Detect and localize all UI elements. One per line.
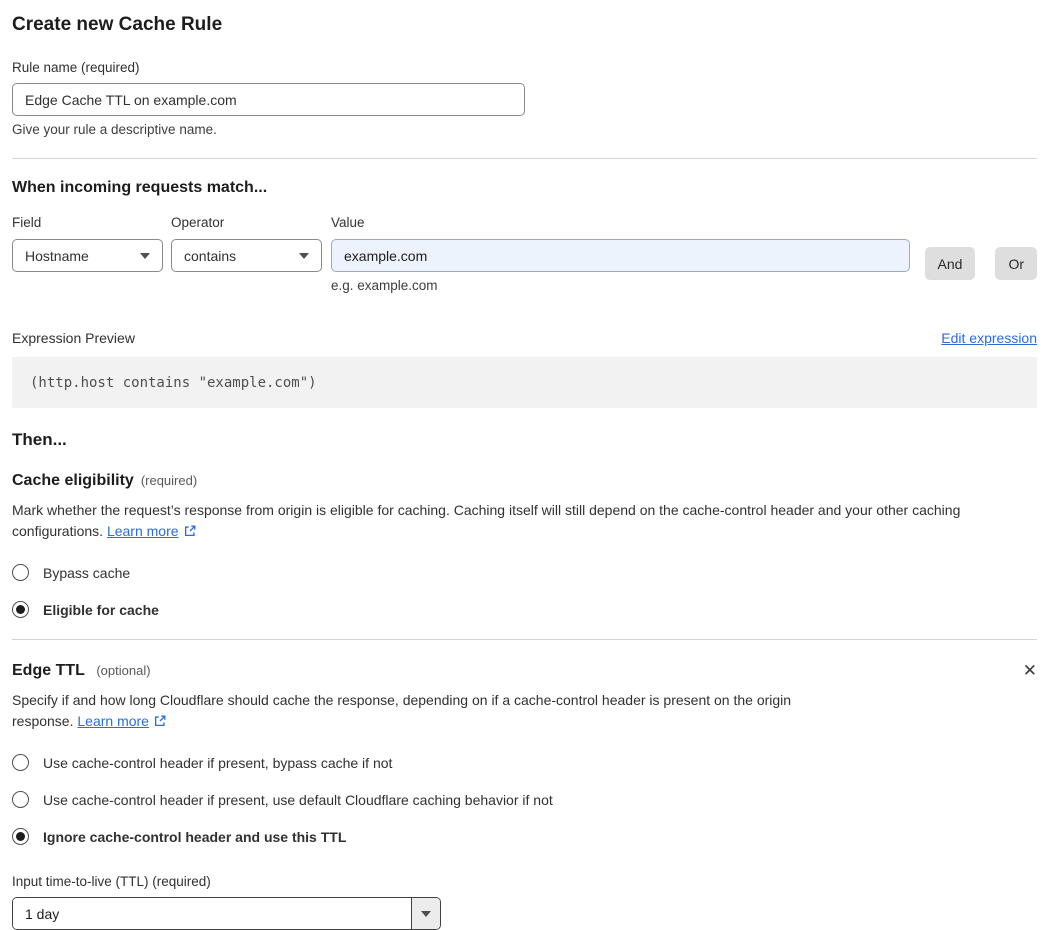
ttl-combo bbox=[12, 897, 441, 930]
radio-use-header-default[interactable]: Use cache-control header if present, use… bbox=[12, 791, 1037, 808]
radio-checked-icon bbox=[12, 601, 29, 618]
cache-eligibility-heading: Cache eligibility bbox=[12, 472, 134, 489]
radio-eligible-for-cache[interactable]: Eligible for cache bbox=[12, 601, 1037, 618]
expression-code: (http.host contains "example.com") bbox=[30, 374, 317, 391]
chevron-down-icon bbox=[299, 252, 309, 259]
cache-eligibility-qualifier: (required) bbox=[140, 473, 198, 488]
rule-name-input[interactable] bbox=[12, 83, 525, 116]
radio-use-header-bypass-label: Use cache-control header if present, byp… bbox=[43, 754, 393, 771]
chevron-down-icon bbox=[140, 252, 150, 259]
rule-name-label: Rule name (required) bbox=[12, 60, 140, 75]
edge-ttl-qualifier: (optional) bbox=[96, 663, 151, 678]
external-link-icon bbox=[153, 713, 167, 734]
divider bbox=[12, 639, 1037, 640]
radio-checked-icon bbox=[12, 828, 29, 845]
edge-ttl-heading: Edge TTL bbox=[12, 662, 85, 679]
radio-eligible-for-cache-label: Eligible for cache bbox=[43, 601, 159, 618]
expression-preview-row: Expression Preview Edit expression bbox=[12, 330, 1037, 346]
expression-preview-label: Expression Preview bbox=[12, 330, 135, 346]
chevron-down-icon bbox=[421, 910, 431, 917]
or-button[interactable]: Or bbox=[995, 247, 1037, 280]
close-icon[interactable]: ✕ bbox=[1023, 663, 1037, 680]
radio-unchecked-icon bbox=[12, 564, 29, 581]
create-cache-rule-form: Create new Cache Rule Rule name (require… bbox=[0, 0, 1058, 930]
radio-bypass-cache-label: Bypass cache bbox=[43, 564, 131, 581]
radio-unchecked-icon bbox=[12, 791, 29, 808]
cache-eligibility-heading-row: Cache eligibility (required) bbox=[12, 471, 1037, 490]
operator-group: Operator contains bbox=[171, 215, 322, 272]
match-row: Field Hostname Operator contains Value e… bbox=[12, 215, 1037, 293]
rule-name-group: Rule name (required) Give your rule a de… bbox=[12, 60, 1037, 137]
conjunction-buttons: And Or bbox=[924, 247, 1037, 280]
radio-use-header-default-label: Use cache-control header if present, use… bbox=[43, 791, 553, 808]
operator-select-value: contains bbox=[184, 247, 237, 264]
cache-eligibility-learn-more-link[interactable]: Learn more bbox=[107, 523, 179, 539]
edit-expression-link[interactable]: Edit expression bbox=[941, 330, 1037, 346]
operator-select[interactable]: contains bbox=[171, 239, 322, 272]
and-button[interactable]: And bbox=[924, 247, 976, 280]
radio-bypass-cache[interactable]: Bypass cache bbox=[12, 564, 1037, 581]
divider bbox=[12, 158, 1037, 159]
radio-use-header-bypass[interactable]: Use cache-control header if present, byp… bbox=[12, 754, 1037, 771]
value-helper: e.g. example.com bbox=[331, 278, 438, 293]
cache-eligibility-description: Mark whether the request’s response from… bbox=[12, 500, 1037, 544]
value-label: Value bbox=[331, 215, 365, 230]
external-link-icon bbox=[183, 523, 197, 544]
expression-code-block: (http.host contains "example.com") bbox=[12, 357, 1037, 408]
match-section-heading: When incoming requests match... bbox=[12, 179, 268, 196]
radio-ignore-header-ttl[interactable]: Ignore cache-control header and use this… bbox=[12, 828, 1037, 845]
field-select-value: Hostname bbox=[25, 247, 89, 264]
field-group: Field Hostname bbox=[12, 215, 163, 272]
edge-ttl-learn-more-link[interactable]: Learn more bbox=[77, 713, 149, 729]
ttl-dropdown-button[interactable] bbox=[411, 898, 440, 929]
edge-ttl-heading-row: Edge TTL (optional) ✕ bbox=[12, 661, 1037, 680]
value-input[interactable] bbox=[331, 239, 910, 272]
rule-name-helper: Give your rule a descriptive name. bbox=[12, 122, 217, 137]
radio-unchecked-icon bbox=[12, 754, 29, 771]
ttl-input-label: Input time-to-live (TTL) (required) bbox=[12, 874, 211, 889]
then-heading: Then... bbox=[12, 430, 67, 449]
radio-ignore-header-ttl-label: Ignore cache-control header and use this… bbox=[43, 828, 347, 845]
operator-label: Operator bbox=[171, 215, 225, 230]
edge-ttl-description: Specify if and how long Cloudflare shoul… bbox=[12, 690, 847, 734]
field-label: Field bbox=[12, 215, 42, 230]
page-title: Create new Cache Rule bbox=[12, 14, 223, 35]
ttl-input[interactable] bbox=[13, 898, 411, 929]
value-group: Value e.g. example.com bbox=[331, 215, 910, 293]
field-select[interactable]: Hostname bbox=[12, 239, 163, 272]
